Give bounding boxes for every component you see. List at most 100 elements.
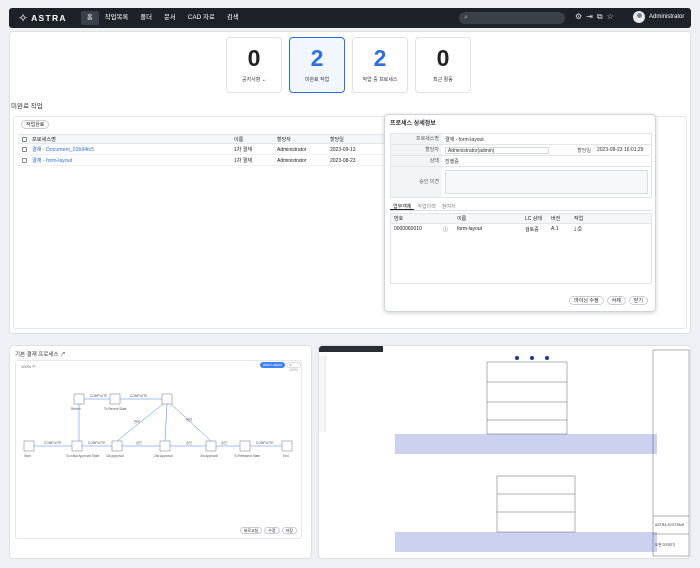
app-root: ✧ ASTRA 홈 작업목록 폴더 문서 CAD 자료 검색 ⌕ ⚙ ⇥ ⧉ ☆… <box>0 0 700 568</box>
column-version[interactable]: 버전 <box>551 215 574 222</box>
cad-drawing[interactable]: ASTRA SYSTEMS 도면 미리보기 <box>319 346 691 559</box>
stat-card-recent-activity[interactable]: 0 최근 활동 <box>415 37 471 93</box>
stat-card-pending-tasks[interactable]: 2 미완료 작업 <box>289 37 345 93</box>
field-label: 승인 의견 <box>391 167 442 197</box>
node-label: To Initial Approval State <box>66 454 100 458</box>
select-all-checkbox[interactable] <box>22 136 27 142</box>
column-assignee[interactable]: 할당자 <box>277 136 330 143</box>
state-value: 진행중 <box>445 158 459 165</box>
nav-home[interactable]: 홈 <box>80 11 99 25</box>
state-row: 상태 진행중 <box>391 156 651 167</box>
modal-title: 프로세스 상세정보 <box>390 121 436 127</box>
node-label: To Recent State <box>104 407 127 411</box>
row-checkbox[interactable] <box>22 147 27 152</box>
field-label: 상태 <box>391 156 442 166</box>
tab-participants[interactable]: 참여자 <box>439 201 459 210</box>
nav-task-list[interactable]: 작업목록 <box>99 11 135 25</box>
nav-search[interactable]: 검색 <box>221 11 245 25</box>
edit-mining-button[interactable]: 마이닝 수정 <box>569 296 604 305</box>
column-name[interactable]: 이름 <box>234 136 277 143</box>
section-title: 미완료 작업 <box>11 103 43 110</box>
workflow-canvas[interactable]: 100% ↶ Auto Layout ⊕ 100% Start To Initi… <box>15 360 302 539</box>
stat-label: 공지사항 ⌄ <box>242 77 266 83</box>
logo[interactable]: ✧ ASTRA <box>18 12 67 24</box>
table-row[interactable]: 0000060010 ⓘ form-layout 검토중 A.1 ⤓ ⎙ <box>391 224 651 234</box>
title-block-text: ASTRA SYSTEMS <box>655 523 685 527</box>
info-icon[interactable]: ⓘ <box>443 226 457 233</box>
workflow-panel: 기본 결재 프로세스 ↗ 100% ↶ Auto Layout ⊕ 100% S… <box>9 345 312 559</box>
node-label: End <box>283 454 289 458</box>
download-print-icons[interactable]: ⤓ ⎙ <box>574 226 604 232</box>
grid-band <box>395 434 657 454</box>
search-input[interactable]: ⌕ <box>459 12 565 24</box>
top-navigation-bar: ✧ ASTRA 홈 작업목록 폴더 문서 CAD 자료 검색 ⌕ ⚙ ⇥ ⧉ ☆… <box>9 8 691 28</box>
return-node <box>73 393 85 405</box>
modal-tabs: 업무객체 작업이력 참여자 <box>390 201 652 211</box>
settings-icon[interactable]: ⚙ <box>575 12 582 22</box>
process-detail-modal: 프로세스 상세정보 프로세스명 결재 - form-layout 할당자 Adm… <box>384 114 656 312</box>
edge-label: COMPLETE <box>256 441 274 445</box>
first-approval-node <box>111 440 123 452</box>
second-approval-node <box>159 440 171 452</box>
field-label: 할당일 <box>577 147 591 154</box>
assigned-date: 2023-08-23 <box>330 157 356 164</box>
workflow-buttons: 새로고침 수정 저장 <box>239 527 297 534</box>
stat-card-notices[interactable]: 0 공지사항 ⌄ <box>226 37 282 93</box>
refresh-button[interactable]: 새로고침 <box>239 527 263 534</box>
avatar <box>633 11 645 23</box>
column-lc-state[interactable]: LC 상태 <box>525 215 551 222</box>
elevation-upper <box>486 361 568 435</box>
table-header: 프로세스명 이름 할당자 할당일 <box>18 134 390 144</box>
elevation-lower <box>496 475 576 533</box>
node-label: Start <box>24 454 31 458</box>
edge-label: 반려 <box>186 417 192 422</box>
assignee-field[interactable]: Administrator(admin) <box>445 146 549 154</box>
process-name-value: 결재 - form-layout <box>445 136 484 143</box>
field-label: 할당자 <box>391 145 442 155</box>
save-button[interactable]: 저장 <box>281 527 297 534</box>
delete-button[interactable]: 삭제 <box>606 296 626 305</box>
recent-state-node <box>109 393 121 405</box>
complete-task-button[interactable]: 작업완료 <box>21 120 50 129</box>
close-button[interactable]: 닫기 <box>628 296 648 305</box>
main-nav: 홈 작업목록 폴더 문서 CAD 자료 검색 <box>80 11 245 25</box>
edit-button[interactable]: 수정 <box>264 527 280 534</box>
column-process-name[interactable]: 프로세스명 <box>32 136 234 143</box>
nav-cad[interactable]: CAD 자료 <box>182 11 221 25</box>
stat-card-processes[interactable]: 2 작업 중 프로세스 <box>352 37 408 93</box>
user-name: Administrator <box>649 14 685 20</box>
logout-icon[interactable]: ⇥ <box>586 12 593 22</box>
toolbar-icons: ⚙ ⇥ ⧉ ☆ <box>575 12 614 22</box>
nav-document[interactable]: 문서 <box>158 11 182 25</box>
row-checkbox[interactable] <box>22 158 27 163</box>
search-icon: ⌕ <box>464 14 468 21</box>
column-name[interactable]: 이름 <box>457 215 525 222</box>
node-label: To Released State <box>234 454 260 458</box>
column-number[interactable]: 번호 <box>391 215 443 222</box>
edge-label: COMPLETE <box>130 394 148 398</box>
stat-value: 0 <box>436 45 450 71</box>
nav-folder[interactable]: 폴더 <box>134 11 158 25</box>
opinion-textarea[interactable] <box>445 170 648 194</box>
process-name-row: 프로세스명 결재 - form-layout <box>391 134 651 145</box>
edge-label: 승인 <box>136 440 142 445</box>
tab-business-objects[interactable]: 업무객체 <box>390 201 415 210</box>
tab-history[interactable]: 작업이력 <box>414 201 438 210</box>
edge-label: COMPLETE <box>88 441 106 445</box>
table-row[interactable]: 결재 - Document_02b94fc5 1차 결재 Administrat… <box>18 145 390 155</box>
star-icon[interactable]: ☆ <box>607 12 614 22</box>
workflow-diagram: Start To Initial Approval State 1st Appr… <box>23 393 293 458</box>
node-label: 2nd Approval <box>154 454 173 458</box>
user-menu[interactable]: Administrator <box>633 11 684 23</box>
node-label: 1st Approval <box>106 454 124 458</box>
released-state-node <box>239 440 251 452</box>
column-assigned-date[interactable]: 할당일 <box>330 136 380 143</box>
assigned-date: 2023-09-13 <box>330 146 356 153</box>
process-link[interactable]: 결재 - Document_02b94fc5 <box>32 146 234 153</box>
process-link[interactable]: 결재 - form-layout <box>32 157 234 164</box>
stat-value: 2 <box>373 45 387 71</box>
table-row[interactable]: 결재 - form-layout 1차 결재 Administrator 202… <box>18 156 390 166</box>
opinion-row: 승인 의견 <box>391 167 651 197</box>
business-object-grid: 번호 이름 LC 상태 버전 작업 0000060010 ⓘ form-layo… <box>390 213 652 284</box>
copy-icon[interactable]: ⧉ <box>597 12 603 22</box>
